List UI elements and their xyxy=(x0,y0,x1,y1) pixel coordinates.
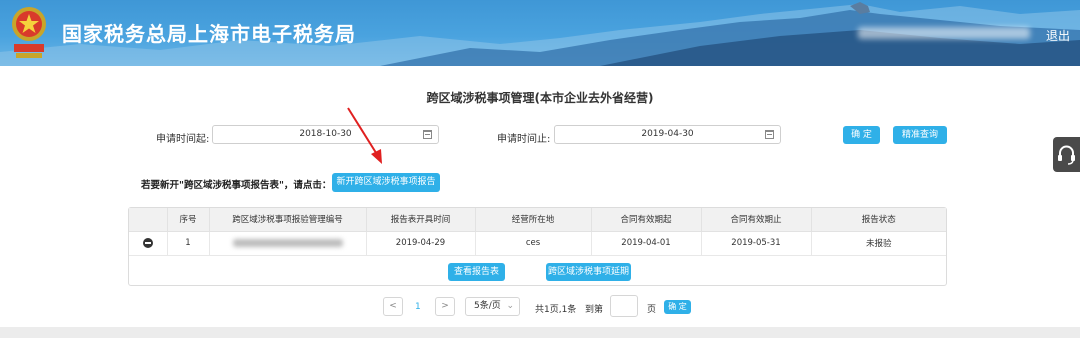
minus-circle-icon[interactable] xyxy=(142,237,153,248)
page-summary: 共1页,1条 xyxy=(535,305,577,315)
end-date-value: 2019-04-30 xyxy=(641,129,694,139)
page-size-value: 5条/页 xyxy=(474,301,501,311)
table-header-row: 序号 跨区域涉税事项报验管理编号 报告表开具时间 经营所在地 合同有效期起 合同… xyxy=(129,208,946,232)
page-title: 跨区域涉税事项管理(本市企业去外省经营) xyxy=(426,91,654,105)
start-date-input[interactable]: 2018-10-30 xyxy=(212,125,439,144)
col-contract-end: 合同有效期止 xyxy=(701,208,812,232)
calendar-icon[interactable] xyxy=(765,130,774,139)
goto-confirm-button[interactable]: 确 定 xyxy=(664,300,691,314)
report-table: 序号 跨区域涉税事项报验管理编号 报告表开具时间 经营所在地 合同有效期起 合同… xyxy=(128,207,947,286)
row-contract-end: 2019-05-31 xyxy=(701,231,812,256)
end-date-label: 申请时间止: xyxy=(497,134,551,145)
start-date-label: 申请时间起: xyxy=(156,134,210,145)
col-location: 经营所在地 xyxy=(475,208,592,232)
footer-strip xyxy=(0,327,1080,338)
goto-page-input[interactable] xyxy=(610,295,638,317)
logout-link[interactable]: 退出 xyxy=(1046,27,1070,44)
row-expand-cell xyxy=(129,231,168,256)
customer-service-widget[interactable] xyxy=(1053,137,1080,172)
user-info-redacted xyxy=(858,27,1030,39)
headset-icon xyxy=(1058,145,1075,165)
row-contract-start: 2019-04-01 xyxy=(591,231,702,256)
code-redacted xyxy=(232,238,343,247)
row-issue-time: 2019-04-29 xyxy=(366,231,476,256)
end-date-input[interactable]: 2019-04-30 xyxy=(554,125,781,144)
prev-page-button[interactable]: < xyxy=(383,297,403,316)
confirm-button[interactable]: 确 定 xyxy=(843,126,880,144)
chevron-down-icon: ⌄ xyxy=(506,301,514,311)
row-status: 未报验 xyxy=(811,231,946,256)
col-issue-time: 报告表开具时间 xyxy=(366,208,476,232)
arrow-icon xyxy=(347,107,382,164)
view-report-button[interactable]: 查看报告表 xyxy=(448,263,505,281)
extend-button[interactable]: 跨区域涉税事项延期 xyxy=(546,263,631,281)
col-code: 跨区域涉税事项报验管理编号 xyxy=(209,208,367,232)
emblem-icon xyxy=(8,4,50,62)
calendar-icon[interactable] xyxy=(423,130,432,139)
col-expand xyxy=(129,208,168,232)
new-report-notice: 若要新开"跨区域涉税事项报告表"，请点击： xyxy=(141,180,332,191)
current-page[interactable]: 1 xyxy=(415,302,421,312)
header-bar: 国家税务总局上海市电子税务局 退出 xyxy=(0,0,1080,66)
next-page-button[interactable]: > xyxy=(435,297,455,316)
page-unit-label: 页 xyxy=(647,305,657,315)
row-code xyxy=(209,231,367,256)
site-title: 国家税务总局上海市电子税务局 xyxy=(62,22,356,46)
page-size-select[interactable]: 5条/页 ⌄ xyxy=(465,297,520,316)
row-location: ces xyxy=(475,231,592,256)
new-report-button[interactable]: 新开跨区域涉税事项报告 xyxy=(332,173,440,192)
table-row: 1 2019-04-29 ces 2019-04-01 2019-05-31 未… xyxy=(129,231,946,256)
goto-label: 到第 xyxy=(585,305,604,315)
col-index: 序号 xyxy=(167,208,210,232)
col-status: 报告状态 xyxy=(811,208,946,232)
col-contract-start: 合同有效期起 xyxy=(591,208,702,232)
row-index: 1 xyxy=(167,231,210,256)
precise-search-button[interactable]: 精准查询 xyxy=(893,126,947,144)
